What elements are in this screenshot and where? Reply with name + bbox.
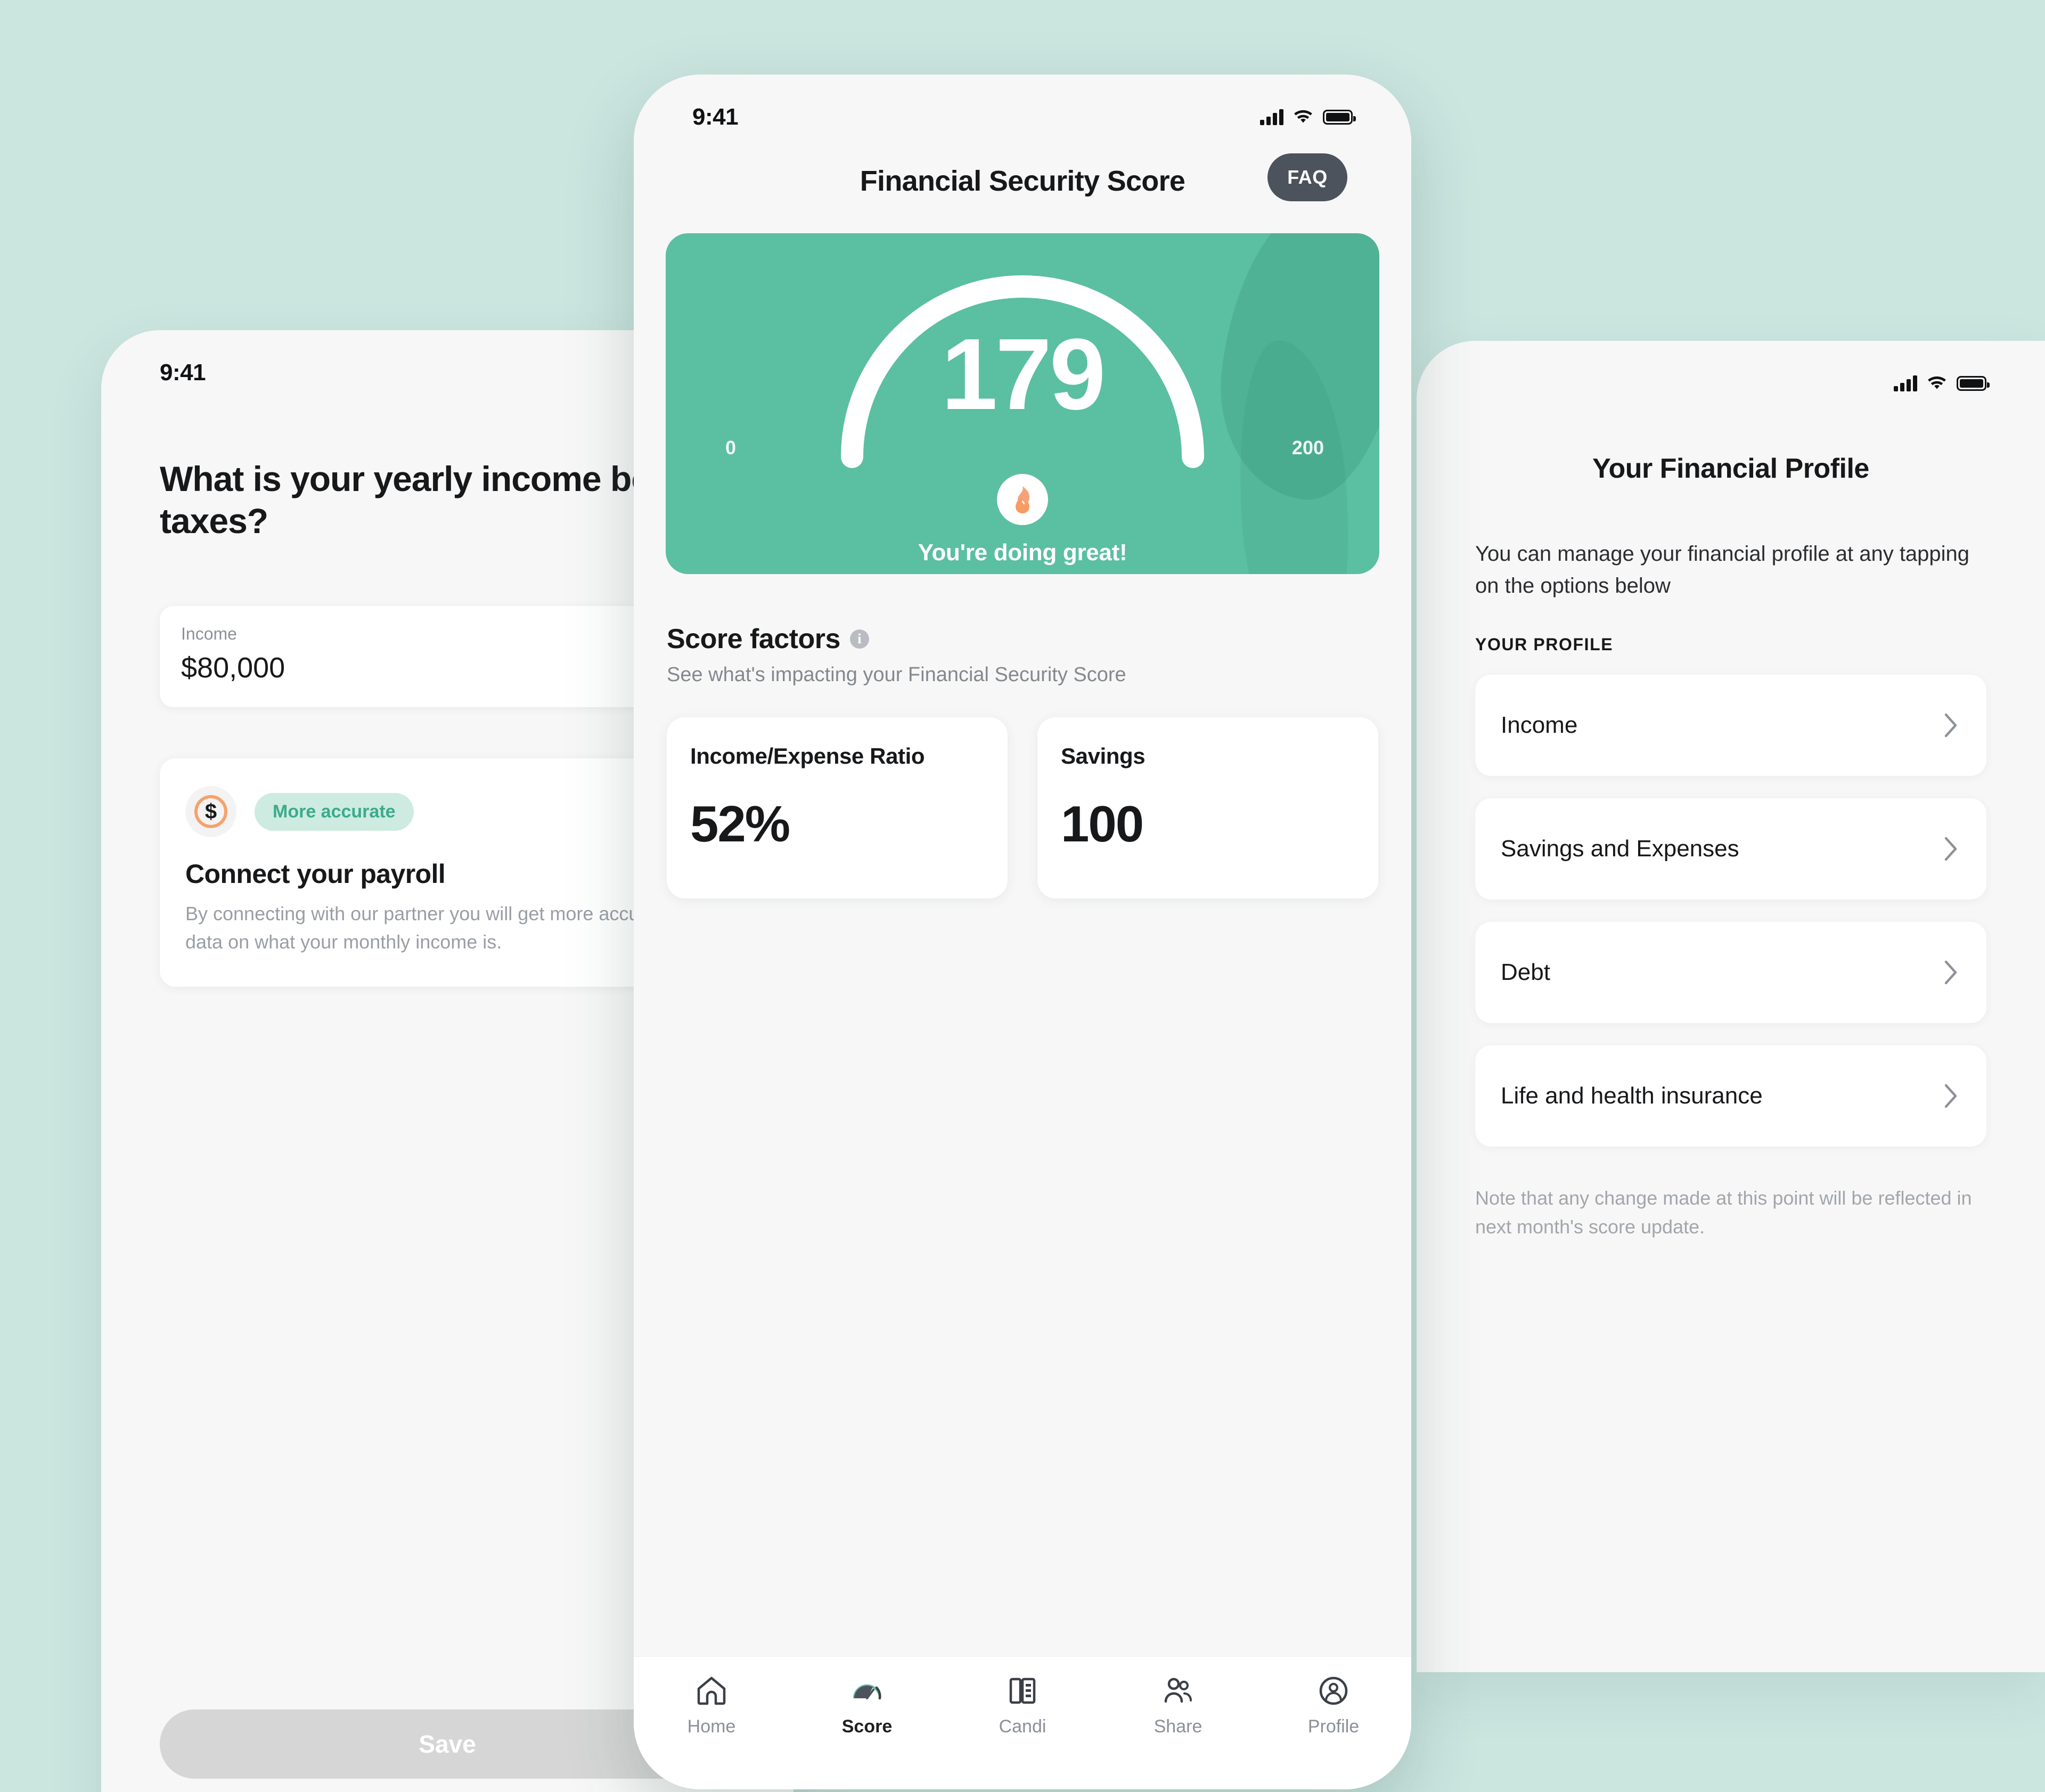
cellular-signal-icon <box>1894 375 1917 391</box>
status-bar-center: 9:41 <box>634 75 1411 138</box>
gauge-icon <box>853 1684 881 1700</box>
factor-card-list: Income/Expense Ratio 52% Savings 100 <box>667 717 1378 898</box>
tab-label: Profile <box>1307 1716 1360 1737</box>
status-bar-right <box>1417 341 2045 405</box>
cellular-signal-icon <box>1260 109 1283 125</box>
chevron-right-icon <box>1944 960 1957 985</box>
list-item[interactable]: Income <box>1475 675 1986 776</box>
chevron-right-icon <box>1944 1084 1957 1108</box>
flame-icon <box>997 474 1048 525</box>
payroll-card-title: Connect your payroll <box>185 859 446 889</box>
section-subtitle: See what's impacting your Financial Secu… <box>667 664 1126 686</box>
tab-candi[interactable]: Candi <box>945 1674 1100 1737</box>
list-item[interactable]: Savings and Expenses <box>1475 798 1986 899</box>
tab-share[interactable]: Share <box>1100 1674 1256 1737</box>
battery-icon <box>1323 110 1356 125</box>
chevron-right-icon <box>1944 837 1957 861</box>
list-item[interactable]: Life and health insurance <box>1475 1045 1986 1147</box>
status-icons-right <box>1894 375 1990 391</box>
battery-icon <box>1957 376 1990 391</box>
tab-score[interactable]: Score <box>789 1674 945 1737</box>
wifi-icon <box>1293 110 1313 125</box>
wifi-icon <box>1927 376 1947 391</box>
factor-label: Savings <box>1061 743 1146 768</box>
page-description: You can manage your financial profile at… <box>1475 542 1970 598</box>
payroll-card-description: By connecting with our partner you will … <box>185 903 673 953</box>
home-icon <box>697 1676 726 1705</box>
profile-note: Note that any change made at this point … <box>1475 1187 1972 1238</box>
dollar-coin-icon: $ <box>185 786 236 838</box>
gauge-min-label: 0 <box>725 437 737 459</box>
faq-button[interactable]: FAQ <box>1267 153 1347 201</box>
list-item-label: Savings and Expenses <box>1501 836 1739 862</box>
people-icon <box>1164 1678 1192 1703</box>
more-accurate-badge: More accurate <box>255 792 414 831</box>
score-card: 179 0 200 You're doing great! Keep up th… <box>666 233 1379 574</box>
financial-profile-screen: Your Financial Profile You can manage yo… <box>1417 341 2045 1672</box>
factor-value: 52% <box>690 795 790 853</box>
factor-value: 100 <box>1061 795 1144 853</box>
list-item-label: Debt <box>1501 959 1550 985</box>
payroll-card-header: $ More accurate <box>185 786 709 838</box>
page-title: Your Financial Profile <box>1592 453 1869 484</box>
person-circle-icon <box>1319 1676 1348 1705</box>
list-item-label: Income <box>1501 712 1578 738</box>
score-headline: You're doing great! <box>918 539 1127 566</box>
factor-label: Income/Expense Ratio <box>690 743 925 768</box>
list-item-label: Life and health insurance <box>1501 1083 1763 1109</box>
list-item[interactable]: Debt <box>1475 922 1986 1023</box>
book-icon <box>1009 1678 1036 1704</box>
gauge-max-label: 200 <box>1291 437 1324 459</box>
tab-profile[interactable]: Profile <box>1256 1674 1411 1737</box>
tab-label: Share <box>1154 1716 1203 1737</box>
status-icons-center <box>1260 109 1356 125</box>
tab-home[interactable]: Home <box>634 1674 789 1737</box>
score-factors-heading: Score factors i <box>667 623 1378 655</box>
score-factors-section: Score factors i See what's impacting you… <box>634 623 1411 898</box>
tab-label: Score <box>841 1716 893 1737</box>
status-time: 9:41 <box>160 359 206 386</box>
tab-label: Candi <box>999 1716 1046 1737</box>
status-time: 9:41 <box>692 104 739 130</box>
right-content: Your Financial Profile You can manage yo… <box>1417 405 2045 1241</box>
info-icon[interactable]: i <box>849 629 869 649</box>
app-header: Financial Security Score FAQ <box>634 138 1411 224</box>
page-title: Financial Security Score <box>860 165 1185 197</box>
chevron-right-icon <box>1944 713 1957 738</box>
factor-card[interactable]: Income/Expense Ratio 52% <box>667 717 1008 898</box>
section-title: Score factors <box>667 624 840 654</box>
dollar-symbol: $ <box>194 795 227 829</box>
tab-label: Home <box>687 1716 736 1737</box>
profile-rows: Income Savings and Expenses Debt Life an… <box>1475 675 1986 1147</box>
financial-security-score-screen: 9:41 Financial Security Score FAQ 179 0 … <box>634 75 1411 1789</box>
section-header: YOUR PROFILE <box>1475 635 1614 654</box>
score-subtext: Keep up the great work! Stay on top of y… <box>703 571 1342 574</box>
bottom-tab-bar: Home Score Candi Share Profile <box>634 1656 1411 1789</box>
score-value: 179 <box>941 318 1106 431</box>
factor-card[interactable]: Savings 100 <box>1037 717 1378 898</box>
